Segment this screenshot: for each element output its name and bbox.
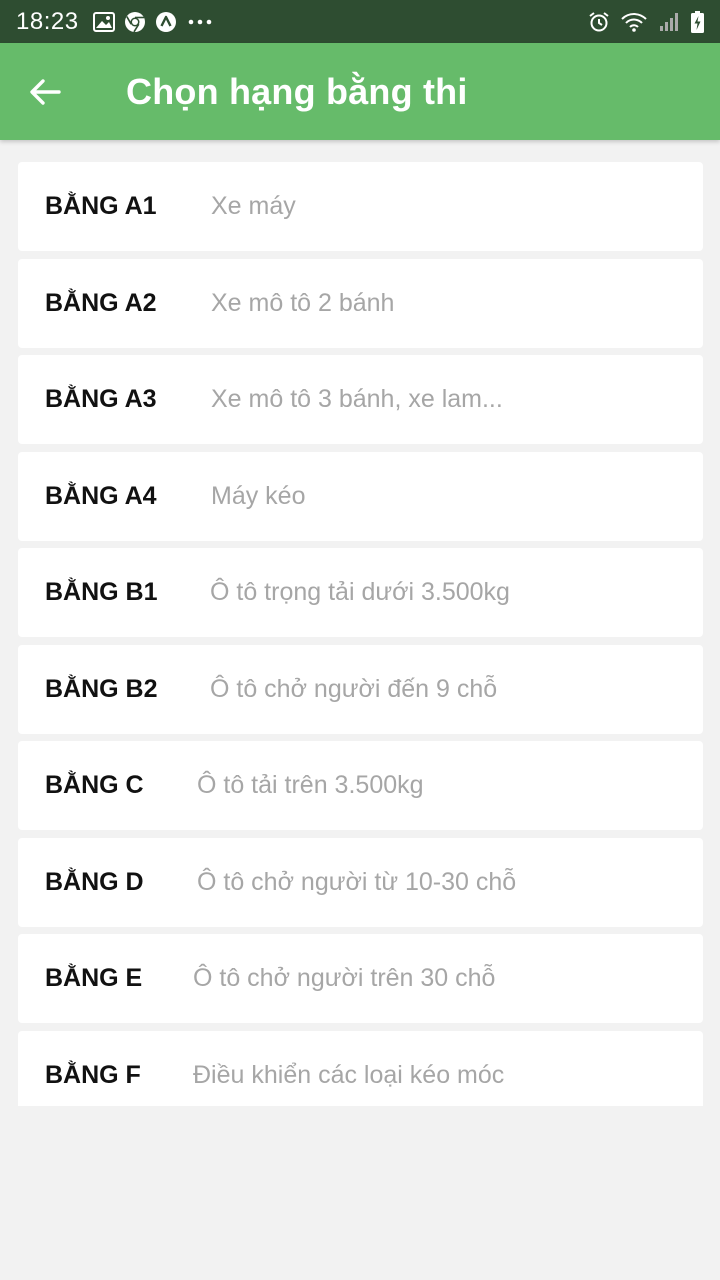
chrome-icon <box>124 11 146 33</box>
license-item-a1[interactable]: BẰNG A1 Xe máy <box>18 162 703 251</box>
license-item-c[interactable]: BẰNG C Ô tô tải trên 3.500kg <box>18 741 703 830</box>
more-dots-icon <box>186 11 214 33</box>
license-description: Điều khiển các loại kéo móc <box>193 1060 505 1089</box>
signal-icon <box>658 11 680 33</box>
license-description: Ô tô tải trên 3.500kg <box>197 771 424 799</box>
license-description: Xe mô tô 2 bánh <box>211 288 395 317</box>
battery-charging-icon <box>690 10 704 33</box>
status-time: 18:23 <box>16 7 79 35</box>
license-item-f[interactable]: BẰNG F Điều khiển các loại kéo móc <box>18 1030 703 1106</box>
license-list: BẰNG A1 Xe máy BẰNG A2 Xe mô tô 2 bánh B… <box>18 162 703 1106</box>
license-name: BẰNG A4 <box>45 481 157 510</box>
license-description: Ô tô chở người trên 30 chỗ <box>193 964 496 992</box>
license-description: Máy kéo <box>211 481 306 510</box>
license-item-e[interactable]: BẰNG E Ô tô chở người trên 30 chỗ <box>18 934 703 1023</box>
license-item-b2[interactable]: BẰNG B2 Ô tô chở người đến 9 chỗ <box>18 644 703 734</box>
status-icons-right <box>588 10 704 33</box>
license-name: BẰNG F <box>45 1060 141 1089</box>
license-name: BẰNG B2 <box>45 674 158 703</box>
license-item-a4[interactable]: BẰNG A4 Máy kéo <box>18 451 703 541</box>
app-bar: Chọn hạng bằng thi <box>0 43 720 140</box>
license-name: BẰNG B1 <box>45 578 158 606</box>
status-icons-left <box>92 11 214 33</box>
license-name: BẰNG A1 <box>45 192 157 220</box>
license-description: Ô tô chở người đến 9 chỗ <box>210 674 498 703</box>
arrow-left-icon <box>29 78 61 106</box>
status-bar: 18:23 <box>0 0 720 43</box>
back-button[interactable] <box>17 64 73 120</box>
alarm-icon <box>588 11 610 33</box>
license-name: BẰNG A3 <box>45 385 157 413</box>
license-item-b1[interactable]: BẰNG B1 Ô tô trọng tải dưới 3.500kg <box>18 548 703 637</box>
license-name: BẰNG E <box>45 964 143 992</box>
license-description: Xe máy <box>211 192 296 220</box>
license-description: Ô tô chở người từ 10-30 chỗ <box>197 867 517 896</box>
license-item-a2[interactable]: BẰNG A2 Xe mô tô 2 bánh <box>18 258 703 348</box>
license-description: Ô tô trọng tải dưới 3.500kg <box>210 578 510 606</box>
license-name: BẰNG C <box>45 771 144 799</box>
vpn-icon <box>155 11 177 33</box>
license-name: BẰNG D <box>45 867 144 896</box>
license-name: BẰNG A2 <box>45 288 157 317</box>
page-title: Chọn hạng bằng thi <box>126 70 468 112</box>
license-item-a3[interactable]: BẰNG A3 Xe mô tô 3 bánh, xe lam... <box>18 355 703 444</box>
image-icon <box>92 11 115 33</box>
license-description: Xe mô tô 3 bánh, xe lam... <box>211 385 503 413</box>
license-item-d[interactable]: BẰNG D Ô tô chở người từ 10-30 chỗ <box>18 837 703 927</box>
wifi-icon <box>620 11 648 33</box>
